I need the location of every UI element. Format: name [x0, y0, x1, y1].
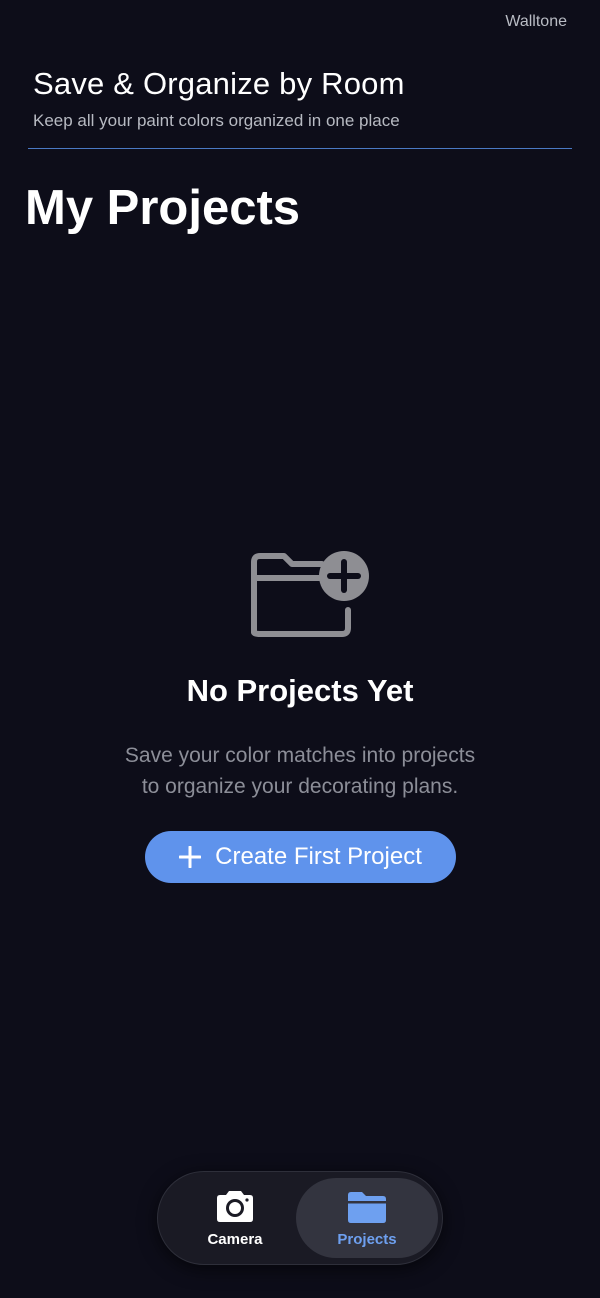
empty-state-title: No Projects Yet [186, 673, 414, 708]
plus-icon [179, 846, 202, 868]
tab-projects[interactable]: Projects [296, 1178, 438, 1258]
tab-camera[interactable]: Camera [166, 1178, 304, 1258]
folder-icon [348, 1191, 386, 1223]
app-brand-name: Walltone [505, 13, 567, 30]
header-title: Save & Organize by Room [33, 66, 405, 101]
page-title: My Projects [25, 181, 301, 235]
create-first-project-label: Create First Project [215, 843, 422, 870]
header-divider [28, 148, 572, 149]
create-first-project-button[interactable]: Create First Project [145, 831, 456, 883]
folder-plus-icon [246, 548, 372, 640]
empty-state-description-line: to organize your decorating plans. [141, 775, 459, 798]
tab-projects-label: Projects [337, 1230, 397, 1248]
empty-state-description-line: Save your color matches into projects [124, 744, 476, 767]
tab-camera-label: Camera [207, 1230, 263, 1248]
camera-icon [217, 1190, 253, 1222]
header-subtitle: Keep all your paint colors organized in … [33, 111, 400, 130]
bottom-tab-bar: Camera Projects [157, 1171, 443, 1265]
empty-state-description: Save your color matches into projects to… [0, 740, 600, 802]
